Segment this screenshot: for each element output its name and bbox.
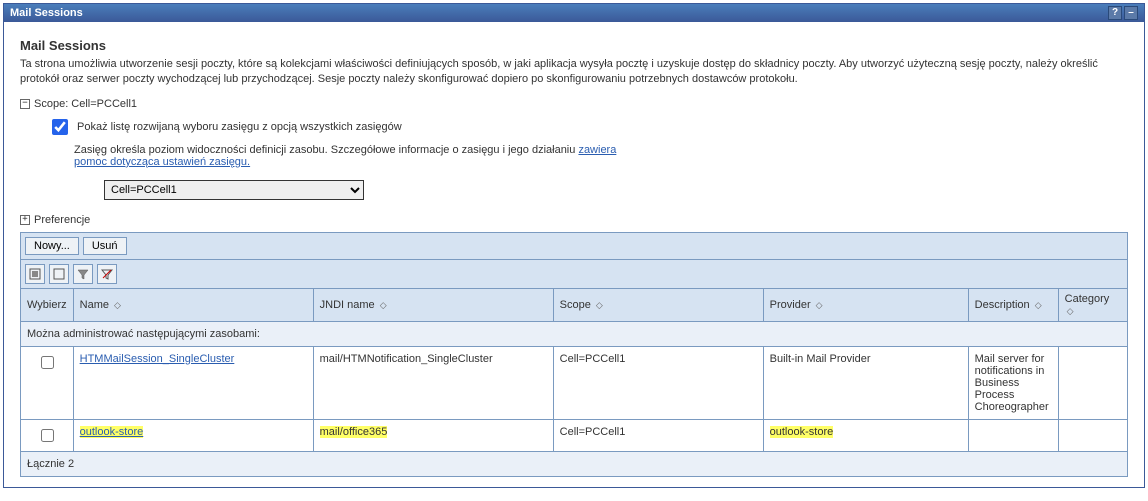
prefs-row: + Preferencje [20, 214, 1128, 226]
row-name-link[interactable]: HTMMailSession_SingleCluster [80, 353, 235, 365]
table-row: HTMMailSession_SingleCluster mail/HTMNot… [21, 346, 1128, 419]
minimize-icon[interactable]: – [1124, 6, 1138, 20]
scope-checkbox-row: Pokaż listę rozwijaną wyboru zasięgu z o… [48, 116, 1128, 138]
row-checkbox[interactable] [41, 429, 54, 442]
sort-icon: ◇ [1035, 300, 1042, 310]
table-header-row: Wybierz Name ◇ JNDI name ◇ Scope ◇ Provi… [21, 288, 1128, 321]
select-all-icon[interactable] [25, 264, 45, 284]
scope-label: Scope: Cell=PCCell1 [34, 98, 137, 110]
scope-select[interactable]: Cell=PCCell1 [104, 180, 364, 200]
col-provider[interactable]: Provider ◇ [763, 288, 968, 321]
scope-help-text: Zasięg określa poziom widoczności defini… [74, 144, 578, 156]
page-description: Ta strona umożliwia utworzenie sesji poc… [20, 57, 1128, 88]
col-jndi[interactable]: JNDI name ◇ [313, 288, 553, 321]
expand-icon[interactable]: + [20, 215, 30, 225]
row-scope: Cell=PCCell1 [553, 346, 763, 419]
scope-help-link1[interactable]: zawiera [578, 144, 616, 156]
sort-icon: ◇ [114, 300, 121, 310]
titlebar: Mail Sessions ? – [4, 4, 1144, 22]
row-jndi: mail/HTMNotification_SingleCluster [313, 346, 553, 419]
delete-button[interactable]: Usuń [83, 237, 127, 255]
footer-text: Łącznie 2 [21, 451, 1128, 476]
row-description: Mail server for notifications in Busines… [968, 346, 1058, 419]
table-row: outlook-store mail/office365 Cell=PCCell… [21, 419, 1128, 451]
filter-icon[interactable] [73, 264, 93, 284]
help-icon[interactable]: ? [1108, 6, 1122, 20]
clear-filter-icon[interactable] [97, 264, 117, 284]
table-wrapper: Nowy... Usuń Wy [20, 232, 1128, 477]
row-provider: Built-in Mail Provider [763, 346, 968, 419]
page-title: Mail Sessions [20, 38, 1128, 53]
content: Mail Sessions Ta strona umożliwia utworz… [4, 22, 1144, 487]
window: Mail Sessions ? – Mail Sessions Ta stron… [3, 3, 1145, 488]
scope-inner: Pokaż listę rozwijaną wyboru zasięgu z o… [48, 116, 1128, 204]
row-name-link[interactable]: outlook-store [80, 426, 144, 438]
collapse-icon[interactable]: − [20, 99, 30, 109]
sort-icon: ◇ [380, 300, 387, 310]
titlebar-controls: ? – [1108, 6, 1138, 20]
row-provider: outlook-store [770, 426, 834, 438]
row-category [1058, 419, 1127, 451]
window-title: Mail Sessions [10, 7, 83, 19]
row-checkbox[interactable] [41, 356, 54, 369]
subhead-text: Można administrować następującymi zasoba… [21, 321, 1128, 346]
new-button[interactable]: Nowy... [25, 237, 79, 255]
data-table: Wybierz Name ◇ JNDI name ◇ Scope ◇ Provi… [20, 288, 1128, 477]
prefs-label: Preferencje [34, 214, 90, 226]
col-description[interactable]: Description ◇ [968, 288, 1058, 321]
scope-checkbox-label: Pokaż listę rozwijaną wyboru zasięgu z o… [77, 121, 402, 133]
col-name[interactable]: Name ◇ [73, 288, 313, 321]
table-subhead: Można administrować następującymi zasoba… [21, 321, 1128, 346]
scope-help-link2[interactable]: pomoc dotycząca ustawień zasięgu. [74, 156, 250, 168]
button-bar: Nowy... Usuń [20, 232, 1128, 260]
scope-checkbox[interactable] [52, 119, 68, 135]
col-category[interactable]: Category ◇ [1058, 288, 1127, 321]
table-footer: Łącznie 2 [21, 451, 1128, 476]
sort-icon: ◇ [1067, 306, 1074, 316]
sort-icon: ◇ [596, 300, 603, 310]
row-category [1058, 346, 1127, 419]
col-select: Wybierz [21, 288, 74, 321]
row-scope: Cell=PCCell1 [553, 419, 763, 451]
row-jndi: mail/office365 [320, 426, 388, 438]
scope-help: Zasięg określa poziom widoczności defini… [74, 144, 1128, 168]
icon-bar [20, 260, 1128, 288]
scope-section: − Scope: Cell=PCCell1 Pokaż listę rozwij… [20, 98, 1128, 204]
col-scope[interactable]: Scope ◇ [553, 288, 763, 321]
deselect-all-icon[interactable] [49, 264, 69, 284]
row-description [968, 419, 1058, 451]
scope-toggle-row: − Scope: Cell=PCCell1 [20, 98, 1128, 110]
sort-icon: ◇ [816, 300, 823, 310]
